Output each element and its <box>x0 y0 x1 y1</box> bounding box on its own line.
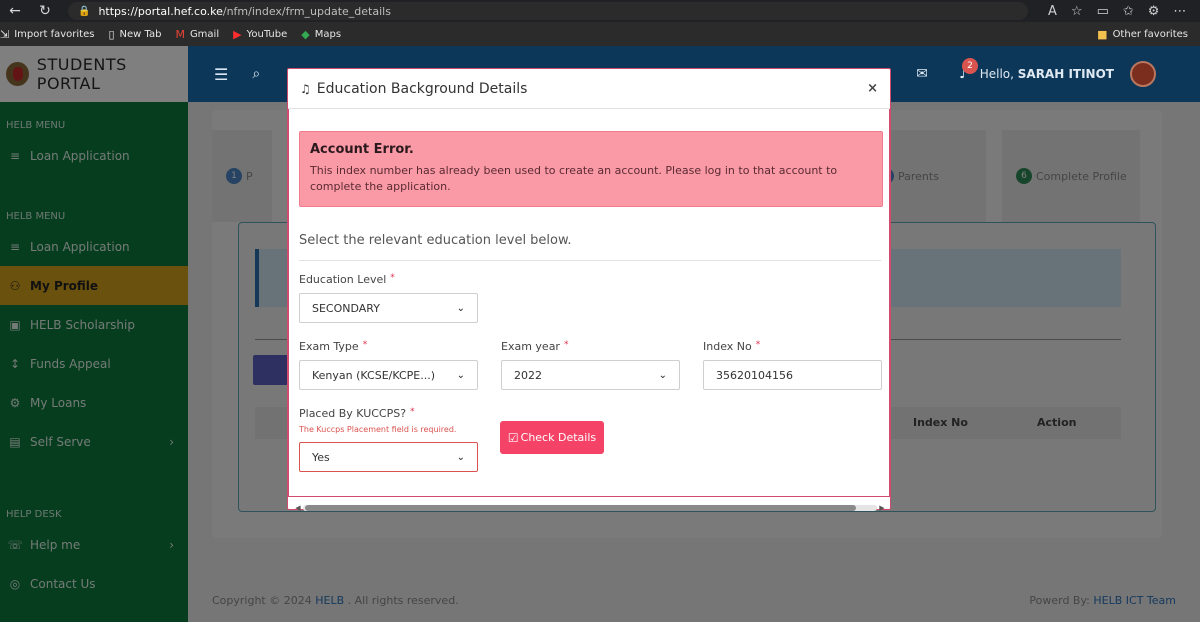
bookmark-other-favorites[interactable]: ■ Other favorites <box>1097 28 1188 41</box>
scroll-thumb[interactable] <box>305 505 857 511</box>
kuccps-error: The Kuccps Placement field is required. <box>299 425 457 434</box>
page-icon: ▯ <box>108 27 115 41</box>
horizontal-scrollbar[interactable]: ◀ ▶ <box>293 503 887 513</box>
import-icon: ⇲ <box>0 27 10 41</box>
youtube-icon: ▶ <box>233 27 242 41</box>
alert-title: Account Error. <box>310 142 414 157</box>
bookmark-new-tab[interactable]: ▯ New Tab <box>108 28 161 41</box>
chevron-down-icon: ⌄ <box>456 369 465 381</box>
url-path: /nfm/index/frm_update_details <box>222 4 391 18</box>
bookmark-import[interactable]: ⇲ Import favorites <box>0 28 94 41</box>
exam-year-label: Exam year * <box>501 340 569 353</box>
exam-type-select[interactable]: Kenyan (KCSE/KCPE...) ⌄ <box>299 360 478 390</box>
modal-body: Account Error. This index number has alr… <box>288 109 890 512</box>
index-no-label: Index No * <box>703 340 761 353</box>
address-bar[interactable]: 🔒 https://portal.hef.co.ke /nfm/index/fr… <box>68 2 1028 20</box>
index-no-input[interactable]: 35620104156 <box>703 360 882 390</box>
favorite-star-icon[interactable]: ☆ <box>1071 4 1083 19</box>
user-greeting[interactable]: Hello, SARAH ITINOT <box>980 67 1114 81</box>
extensions-icon[interactable]: ⚙ <box>1148 4 1160 19</box>
bookmark-maps[interactable]: ◆ Maps <box>301 28 341 41</box>
scroll-right-icon[interactable]: ▶ <box>877 504 887 512</box>
scroll-left-icon[interactable]: ◀ <box>293 504 303 512</box>
refresh-icon[interactable]: ↻ <box>30 3 60 19</box>
back-icon[interactable]: ← <box>0 3 30 19</box>
kuccps-select[interactable]: Yes ⌄ <box>299 442 478 472</box>
mail-icon[interactable]: ✉ <box>916 66 928 82</box>
chevron-down-icon: ⌄ <box>658 369 667 381</box>
kuccps-label: Placed By KUCCPS? * <box>299 407 415 420</box>
favorites-icon[interactable]: ✩ <box>1123 4 1134 19</box>
url-host: https://portal.hef.co.ke <box>98 4 223 18</box>
education-modal: ♫ Education Background Details × Account… <box>287 68 891 512</box>
exam-year-select[interactable]: 2022 ⌄ <box>501 360 680 390</box>
close-button[interactable]: × <box>867 81 878 96</box>
instruction-text: Select the relevant education level belo… <box>299 233 572 248</box>
alert-message: This index number has already been used … <box>310 164 838 193</box>
account-error-alert: Account Error. This index number has alr… <box>299 131 883 207</box>
check-details-button[interactable]: ☑ Check Details <box>500 421 604 454</box>
chevron-down-icon: ⌄ <box>456 451 465 463</box>
lock-icon: 🔒 <box>78 5 91 17</box>
bell-outline-icon: ♫ <box>300 81 311 96</box>
bookmark-youtube[interactable]: ▶ YouTube <box>233 28 287 41</box>
bookmarks-bar: ⇲ Import favorites ▯ New Tab M Gmail ▶ YouTu… <box>0 22 1200 46</box>
chevron-down-icon: ⌄ <box>456 302 465 314</box>
hamburger-menu-icon[interactable]: ☰ <box>214 65 228 84</box>
notification-badge: 2 <box>962 58 978 74</box>
gmail-icon: M <box>175 27 185 41</box>
split-screen-icon[interactable]: ▭ <box>1097 4 1109 19</box>
checkbox-icon: ☑ <box>507 430 519 445</box>
education-level-select[interactable]: SECONDARY ⌄ <box>299 293 478 323</box>
exam-type-label: Exam Type * <box>299 340 368 353</box>
browser-toolbar: ← ↻ 🔒 https://portal.hef.co.ke /nfm/inde… <box>0 0 1200 22</box>
read-aloud-icon[interactable]: A <box>1048 4 1057 19</box>
divider <box>299 260 881 261</box>
more-menu-icon[interactable]: ⋯ <box>1173 4 1186 19</box>
avatar[interactable] <box>1130 61 1156 87</box>
folder-icon: ■ <box>1097 27 1108 41</box>
education-level-label: Education Level * <box>299 273 395 286</box>
maps-icon: ◆ <box>301 27 310 41</box>
search-icon[interactable]: ⌕ <box>252 66 260 82</box>
modal-header: ♫ Education Background Details × <box>288 69 890 109</box>
modal-title: Education Background Details <box>316 80 528 97</box>
bookmark-gmail[interactable]: M Gmail <box>175 28 219 41</box>
